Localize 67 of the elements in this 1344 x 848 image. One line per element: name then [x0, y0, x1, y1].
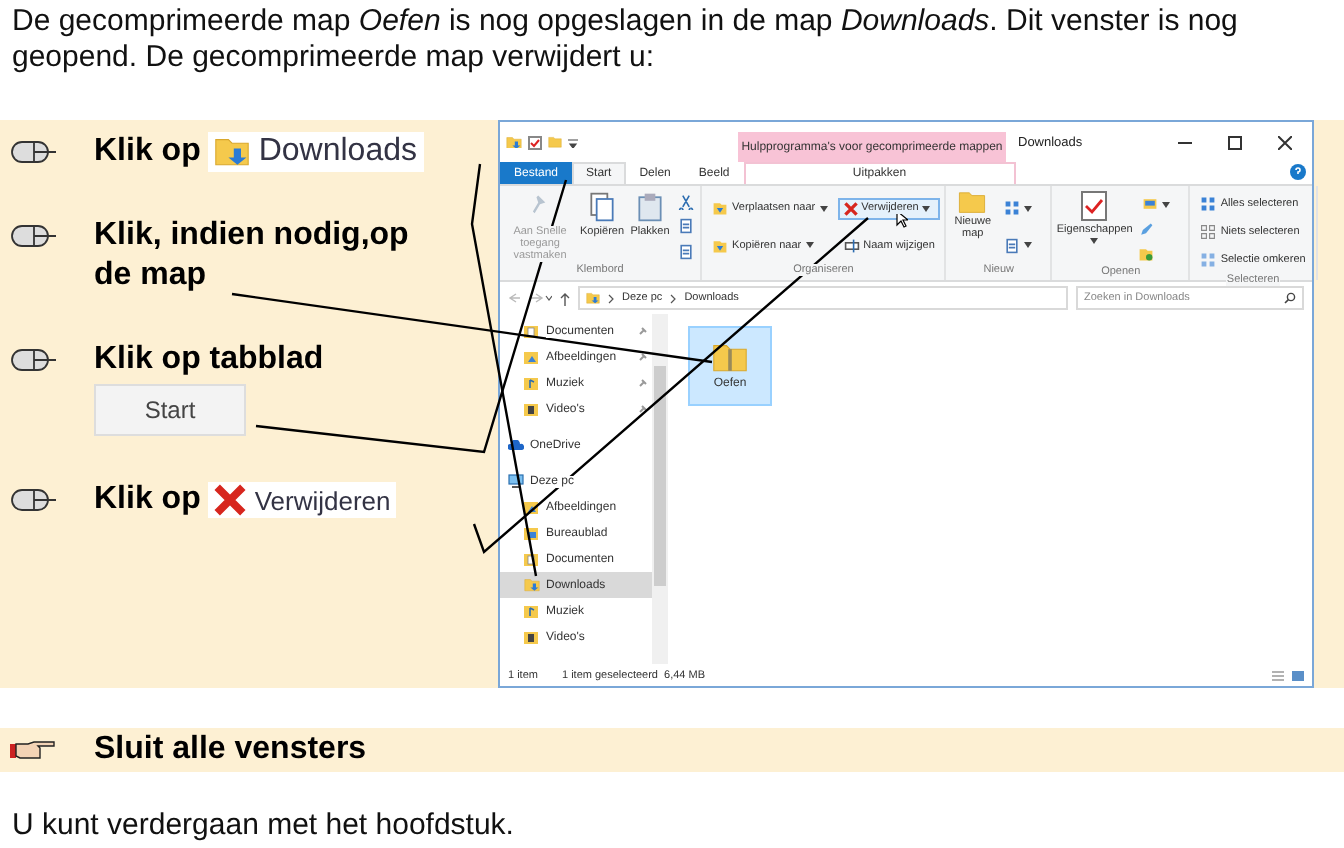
- pointing-hand-icon: [10, 740, 58, 760]
- step-text: Klik op: [94, 480, 201, 520]
- mouse-pointer-icon: [895, 209, 908, 227]
- pictures-folder-icon: [524, 350, 540, 364]
- cross-icon: [843, 201, 858, 215]
- start-tab-button[interactable]: Start: [94, 384, 246, 436]
- mouse-icon: [10, 140, 58, 164]
- ribbon-icon-button[interactable]: [676, 216, 697, 237]
- chevron-icon: [608, 293, 614, 303]
- ribbon-icon-button[interactable]: [1136, 244, 1157, 264]
- cloud-icon: [508, 439, 524, 451]
- folder-icon: [586, 292, 600, 304]
- chevron-icon: [670, 293, 677, 303]
- navigation-arrows-icon[interactable]: [508, 292, 552, 304]
- ribbon-icon: [678, 243, 695, 260]
- help-icon[interactable]: [1290, 164, 1306, 180]
- ribbon-icon: [1138, 246, 1155, 262]
- video-folder-icon: [524, 630, 540, 644]
- maximize-icon[interactable]: [1228, 135, 1242, 149]
- cross-icon: [214, 484, 247, 516]
- customize-icon[interactable]: [568, 137, 578, 147]
- ribbon-icon: [678, 218, 695, 235]
- mouse-icon: [10, 488, 58, 512]
- ribbon-icon-button[interactable]: [676, 241, 697, 262]
- ribbon-icon: [1200, 252, 1217, 268]
- intro-paragraph: De gecomprimeerde map Oefen is nog opgeslagen in de map Downloads. Dit venster is nog geopend. De gecomprimeerde map verwijdert u:: [10, 2, 1240, 78]
- ribbon-icon: [712, 237, 729, 254]
- ribbon-icon-button[interactable]: [1136, 220, 1157, 240]
- scrollbar[interactable]: [652, 314, 668, 664]
- music-folder-icon: [524, 376, 540, 390]
- ribbon-icon: [1004, 237, 1021, 254]
- minimize-icon[interactable]: [1178, 141, 1192, 143]
- zipped-folder-icon: [712, 342, 748, 374]
- ribbon-icon: [678, 194, 695, 211]
- ribbon-icon: [843, 237, 860, 253]
- computer-icon: [508, 474, 524, 488]
- downloads-folder-button[interactable]: Downloads: [208, 132, 423, 172]
- ribbon-icon: [1200, 224, 1217, 240]
- mouse-icon: [10, 348, 58, 372]
- step-text: Klik op tabblad: [94, 340, 324, 380]
- view-mode-icons[interactable]: [1272, 669, 1304, 681]
- properties-icon[interactable]: [528, 135, 542, 149]
- ribbon-icon-button[interactable]: [676, 192, 697, 213]
- step-text: Klik, indien nodig,op de map: [94, 216, 411, 296]
- folder-icon: [506, 135, 522, 149]
- up-arrow-icon[interactable]: [560, 291, 570, 305]
- outro-text: U kunt verdergaan met het hoofdstuk.: [12, 808, 516, 842]
- ribbon-icon: [1004, 200, 1021, 217]
- pin-icon: [638, 352, 648, 362]
- clipboard-icon: [634, 190, 667, 224]
- download-folder-icon: [214, 136, 251, 168]
- video-folder-icon: [524, 402, 540, 416]
- note-text: Sluit alle vensters: [94, 732, 367, 768]
- music-folder-icon: [524, 604, 540, 618]
- ribbon-icon: [712, 200, 729, 217]
- folder-icon: [958, 190, 987, 214]
- new-folder-icon: [548, 136, 562, 148]
- pin-icon: [638, 326, 648, 336]
- step-text: Klik op: [94, 132, 201, 172]
- close-icon[interactable]: [1278, 135, 1292, 149]
- delete-button[interactable]: Verwijderen: [208, 482, 397, 518]
- mouse-icon: [10, 224, 58, 248]
- pin-icon: [638, 404, 648, 414]
- search-icon: [1284, 292, 1296, 304]
- folder-icon: [524, 578, 540, 592]
- ribbon-icon: [1200, 196, 1217, 212]
- pin-icon: [638, 378, 648, 388]
